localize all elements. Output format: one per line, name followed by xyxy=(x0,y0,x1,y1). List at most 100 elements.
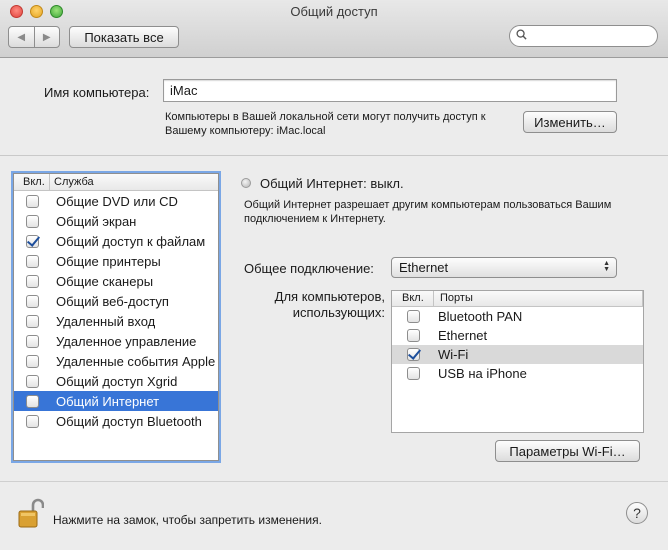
service-checkbox[interactable] xyxy=(25,254,39,268)
service-checkbox[interactable] xyxy=(25,334,39,348)
service-checkbox[interactable] xyxy=(25,274,39,288)
port-row[interactable]: USB на iPhone xyxy=(392,364,643,383)
service-checkbox-cell xyxy=(14,354,50,368)
service-label: Общий Интернет xyxy=(56,393,160,409)
service-checkbox-cell xyxy=(14,254,50,268)
computer-name-section xyxy=(0,59,668,156)
service-row[interactable]: Общий Интернет xyxy=(14,391,218,411)
shared-connection-label: Общее подключение: xyxy=(244,261,374,276)
search-field[interactable] xyxy=(509,25,658,47)
ports-list[interactable]: Вкл. Порты Bluetooth PAN Ethernet Wi-Fi USB… xyxy=(391,290,644,433)
service-checkbox-cell xyxy=(14,334,50,348)
computer-name-info-line: Вашему компьютеру: iMac.local xyxy=(165,125,326,137)
port-checkbox-cell xyxy=(392,367,434,380)
status-indicator-icon xyxy=(241,178,251,188)
wifi-options-button[interactable]: Параметры Wi-Fi… xyxy=(495,440,640,462)
service-row[interactable]: Общие сканеры xyxy=(14,271,218,291)
service-checkbox-cell xyxy=(14,234,50,248)
port-row[interactable]: Wi-Fi xyxy=(392,345,643,364)
computer-name-info-line: Компьютеры в Вашей локальной сети могут … xyxy=(165,111,486,123)
ports-label-line: Для компьютеров, xyxy=(274,289,385,304)
service-row[interactable]: Общие DVD или CD xyxy=(14,191,218,211)
port-checkbox-cell xyxy=(392,310,434,323)
ports-list-header: Вкл. Порты xyxy=(392,291,643,307)
services-list-header: Вкл. Служба xyxy=(14,174,218,191)
service-row[interactable]: Общий доступ Bluetooth xyxy=(14,411,218,431)
service-description-line: Общий Интернет разрешает другим компьюте… xyxy=(244,199,612,211)
service-label: Общие сканеры xyxy=(56,273,154,289)
show-all-button[interactable]: Показать все xyxy=(69,26,179,48)
service-checkbox-cell xyxy=(14,314,50,328)
column-header-ports[interactable]: Порты xyxy=(434,291,643,306)
service-description-line: подключением к Интернету. xyxy=(244,213,386,225)
service-checkbox[interactable] xyxy=(25,374,39,388)
service-row[interactable]: Удаленный вход xyxy=(14,311,218,331)
port-checkbox-cell xyxy=(392,348,434,361)
service-label: Общий веб-доступ xyxy=(56,293,169,309)
window-title: Общий доступ xyxy=(290,4,378,19)
back-arrow-icon[interactable]: ◀ xyxy=(9,27,34,47)
lock-message: Нажмите на замок, чтобы запретить измене… xyxy=(53,513,322,527)
service-checkbox[interactable] xyxy=(25,294,39,308)
service-row[interactable]: Общий экран xyxy=(14,211,218,231)
back-forward-control: ◀ ▶ xyxy=(8,26,60,48)
service-row[interactable]: Общие принтеры xyxy=(14,251,218,271)
service-checkbox-cell xyxy=(14,274,50,288)
service-label: Удаленное управление xyxy=(56,333,197,349)
service-checkbox[interactable] xyxy=(25,354,39,368)
help-button[interactable]: ? xyxy=(626,502,648,524)
computer-name-label: Имя компьютера: xyxy=(44,85,150,100)
port-checkbox[interactable] xyxy=(406,367,420,380)
port-checkbox[interactable] xyxy=(406,310,420,323)
service-row[interactable]: Удаленные события Apple xyxy=(14,351,218,371)
service-checkbox[interactable] xyxy=(25,234,39,248)
service-checkbox-cell xyxy=(14,214,50,228)
service-checkbox[interactable] xyxy=(25,314,39,328)
ports-label: Для компьютеров, использующих: xyxy=(255,289,385,321)
service-row[interactable]: Общий веб-доступ xyxy=(14,291,218,311)
service-checkbox[interactable] xyxy=(25,394,39,408)
service-checkbox-cell xyxy=(14,414,50,428)
updown-arrows-icon: ▲ ▼ xyxy=(603,260,610,273)
service-checkbox-cell xyxy=(14,394,50,408)
service-description: Общий Интернет разрешает другим компьюте… xyxy=(244,198,644,226)
port-label: USB на iPhone xyxy=(438,366,527,381)
column-header-service[interactable]: Служба xyxy=(50,174,94,190)
service-label: Общий доступ Xgrid xyxy=(56,373,178,389)
shared-connection-select[interactable]: Ethernet ▲ ▼ xyxy=(391,257,617,278)
services-list[interactable]: Вкл. Служба Общие DVD или CD Общий экран О… xyxy=(13,173,219,461)
service-row[interactable]: Общий доступ Xgrid xyxy=(14,371,218,391)
title-bar: Общий доступ ◀ ▶ Показать все xyxy=(0,0,668,58)
forward-arrow-icon[interactable]: ▶ xyxy=(33,27,60,47)
service-label: Общий доступ к файлам xyxy=(56,233,206,249)
computer-name-info: Компьютеры в Вашей локальной сети могут … xyxy=(165,110,525,138)
service-checkbox[interactable] xyxy=(25,414,39,428)
service-label: Общий доступ Bluetooth xyxy=(56,413,202,429)
ports-label-line: использующих: xyxy=(292,305,385,320)
port-checkbox[interactable] xyxy=(406,329,420,342)
edit-name-button[interactable]: Изменить… xyxy=(523,111,617,133)
service-label: Удаленный вход xyxy=(56,313,156,329)
search-icon xyxy=(516,29,527,40)
service-checkbox-cell xyxy=(14,194,50,208)
computer-name-input[interactable]: iMac xyxy=(163,79,617,102)
lock-icon[interactable] xyxy=(18,498,44,530)
port-row[interactable]: Ethernet xyxy=(392,326,643,345)
service-checkbox[interactable] xyxy=(25,194,39,208)
service-status: Общий Интернет: выкл. xyxy=(260,176,404,191)
service-row[interactable]: Общий доступ к файлам xyxy=(14,231,218,251)
service-label: Общие DVD или CD xyxy=(56,193,178,209)
port-label: Wi-Fi xyxy=(438,347,469,362)
service-checkbox-cell xyxy=(14,374,50,388)
column-header-on[interactable]: Вкл. xyxy=(392,291,434,306)
port-checkbox-cell xyxy=(392,329,434,342)
port-checkbox[interactable] xyxy=(406,348,420,361)
column-header-on[interactable]: Вкл. xyxy=(14,174,50,190)
service-checkbox-cell xyxy=(14,294,50,308)
service-row[interactable]: Удаленное управление xyxy=(14,331,218,351)
shared-connection-value: Ethernet xyxy=(399,260,449,275)
port-label: Ethernet xyxy=(438,328,488,343)
service-checkbox[interactable] xyxy=(25,214,39,228)
port-row[interactable]: Bluetooth PAN xyxy=(392,307,643,326)
port-label: Bluetooth PAN xyxy=(438,309,523,324)
